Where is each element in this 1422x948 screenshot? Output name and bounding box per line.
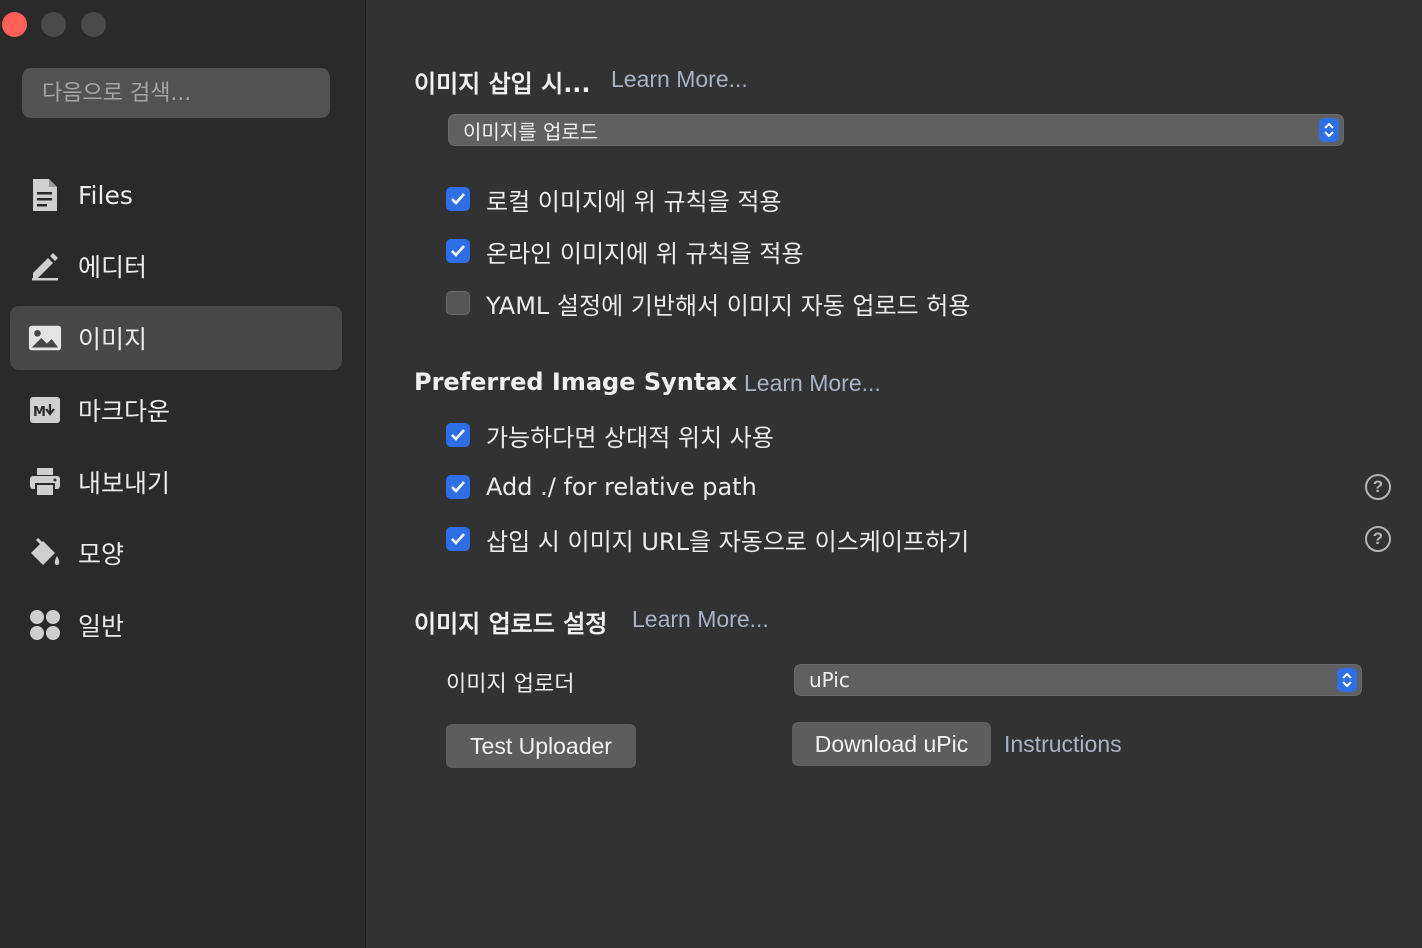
checkbox-checked[interactable] — [446, 423, 470, 447]
insert-learn-more-link[interactable]: Learn More... — [611, 66, 748, 93]
sidebar-item-appearance[interactable]: 모양 — [10, 521, 342, 585]
check-label: Add ./ for relative path — [486, 473, 757, 501]
checkbox-checked[interactable] — [446, 475, 470, 499]
checkbox-checked[interactable] — [446, 239, 470, 263]
chevron-updown-icon — [1319, 118, 1339, 142]
checkbox-checked[interactable] — [446, 527, 470, 551]
printer-icon — [28, 463, 62, 501]
help-icon[interactable]: ? — [1365, 526, 1391, 552]
check-online-images[interactable]: 온라인 이미지에 위 규칙을 적용 — [446, 236, 804, 268]
document-icon — [28, 176, 62, 214]
check-label: 가능하다면 상대적 위치 사용 — [486, 423, 774, 452]
insert-section-title: 이미지 삽입 시... — [414, 70, 591, 98]
upload-learn-more-link[interactable]: Learn More... — [632, 606, 769, 633]
sidebar-item-label: 내보내기 — [78, 469, 171, 498]
uploader-select[interactable]: uPic — [794, 664, 1362, 696]
syntax-learn-more-link[interactable]: Learn More... — [744, 370, 881, 397]
upload-section-title: 이미지 업로드 설정 — [414, 610, 608, 638]
sidebar: Files 에디터 이미지 M 마크다운 내보내기 모양 일반 — [0, 0, 366, 948]
syntax-section-title: Preferred Image Syntax — [414, 368, 738, 396]
sidebar-item-label: 모양 — [78, 540, 125, 569]
sidebar-item-markdown[interactable]: M 마크다운 — [10, 378, 342, 442]
chevron-updown-icon — [1337, 668, 1357, 692]
markdown-icon: M — [28, 391, 62, 429]
check-label: 온라인 이미지에 위 규칙을 적용 — [486, 239, 804, 268]
insert-action-select[interactable]: 이미지를 업로드 — [448, 114, 1344, 146]
check-relative-path[interactable]: 가능하다면 상대적 위치 사용 — [446, 420, 774, 452]
sidebar-item-image[interactable]: 이미지 — [10, 306, 342, 370]
sidebar-item-editor[interactable]: 에디터 — [10, 234, 342, 298]
pencil-icon — [28, 247, 62, 285]
paint-bucket-icon — [28, 534, 62, 572]
sidebar-item-label: 마크다운 — [78, 397, 171, 426]
check-label: 삽입 시 이미지 URL을 자동으로 이스케이프하기 — [486, 527, 970, 556]
svg-text:M: M — [33, 405, 46, 420]
sidebar-item-label: 일반 — [78, 612, 125, 641]
minimize-window-button[interactable] — [41, 12, 66, 37]
sidebar-item-export[interactable]: 내보내기 — [10, 450, 342, 514]
help-icon[interactable]: ? — [1365, 474, 1391, 500]
sidebar-item-label: 에디터 — [78, 253, 148, 282]
uploader-label: 이미지 업로더 — [446, 672, 575, 697]
check-yaml-upload[interactable]: YAML 설정에 기반해서 이미지 자동 업로드 허용 — [446, 288, 971, 320]
instructions-link[interactable]: Instructions — [1004, 731, 1122, 758]
uploader-value: uPic — [809, 668, 850, 692]
download-upic-button[interactable]: Download uPic — [792, 722, 991, 766]
check-escape-url[interactable]: 삽입 시 이미지 URL을 자동으로 이스케이프하기 — [446, 524, 970, 556]
sidebar-item-label: 이미지 — [78, 325, 148, 354]
search-input[interactable] — [22, 68, 330, 118]
check-label: YAML 설정에 기반해서 이미지 자동 업로드 허용 — [486, 291, 971, 320]
insert-action-value: 이미지를 업로드 — [463, 119, 599, 144]
sidebar-item-general[interactable]: 일반 — [10, 593, 342, 657]
grid-dots-icon — [28, 606, 62, 644]
check-local-images[interactable]: 로컬 이미지에 위 규칙을 적용 — [446, 184, 782, 216]
checkbox-checked[interactable] — [446, 187, 470, 211]
zoom-window-button[interactable] — [81, 12, 106, 37]
sidebar-item-files[interactable]: Files — [10, 163, 342, 227]
check-add-dot-slash[interactable]: Add ./ for relative path — [446, 472, 757, 502]
sidebar-item-label: Files — [78, 180, 133, 210]
test-uploader-button[interactable]: Test Uploader — [446, 724, 636, 768]
checkbox-unchecked[interactable] — [446, 291, 470, 315]
check-label: 로컬 이미지에 위 규칙을 적용 — [486, 187, 782, 216]
close-window-button[interactable] — [2, 12, 27, 37]
image-icon — [28, 319, 62, 357]
